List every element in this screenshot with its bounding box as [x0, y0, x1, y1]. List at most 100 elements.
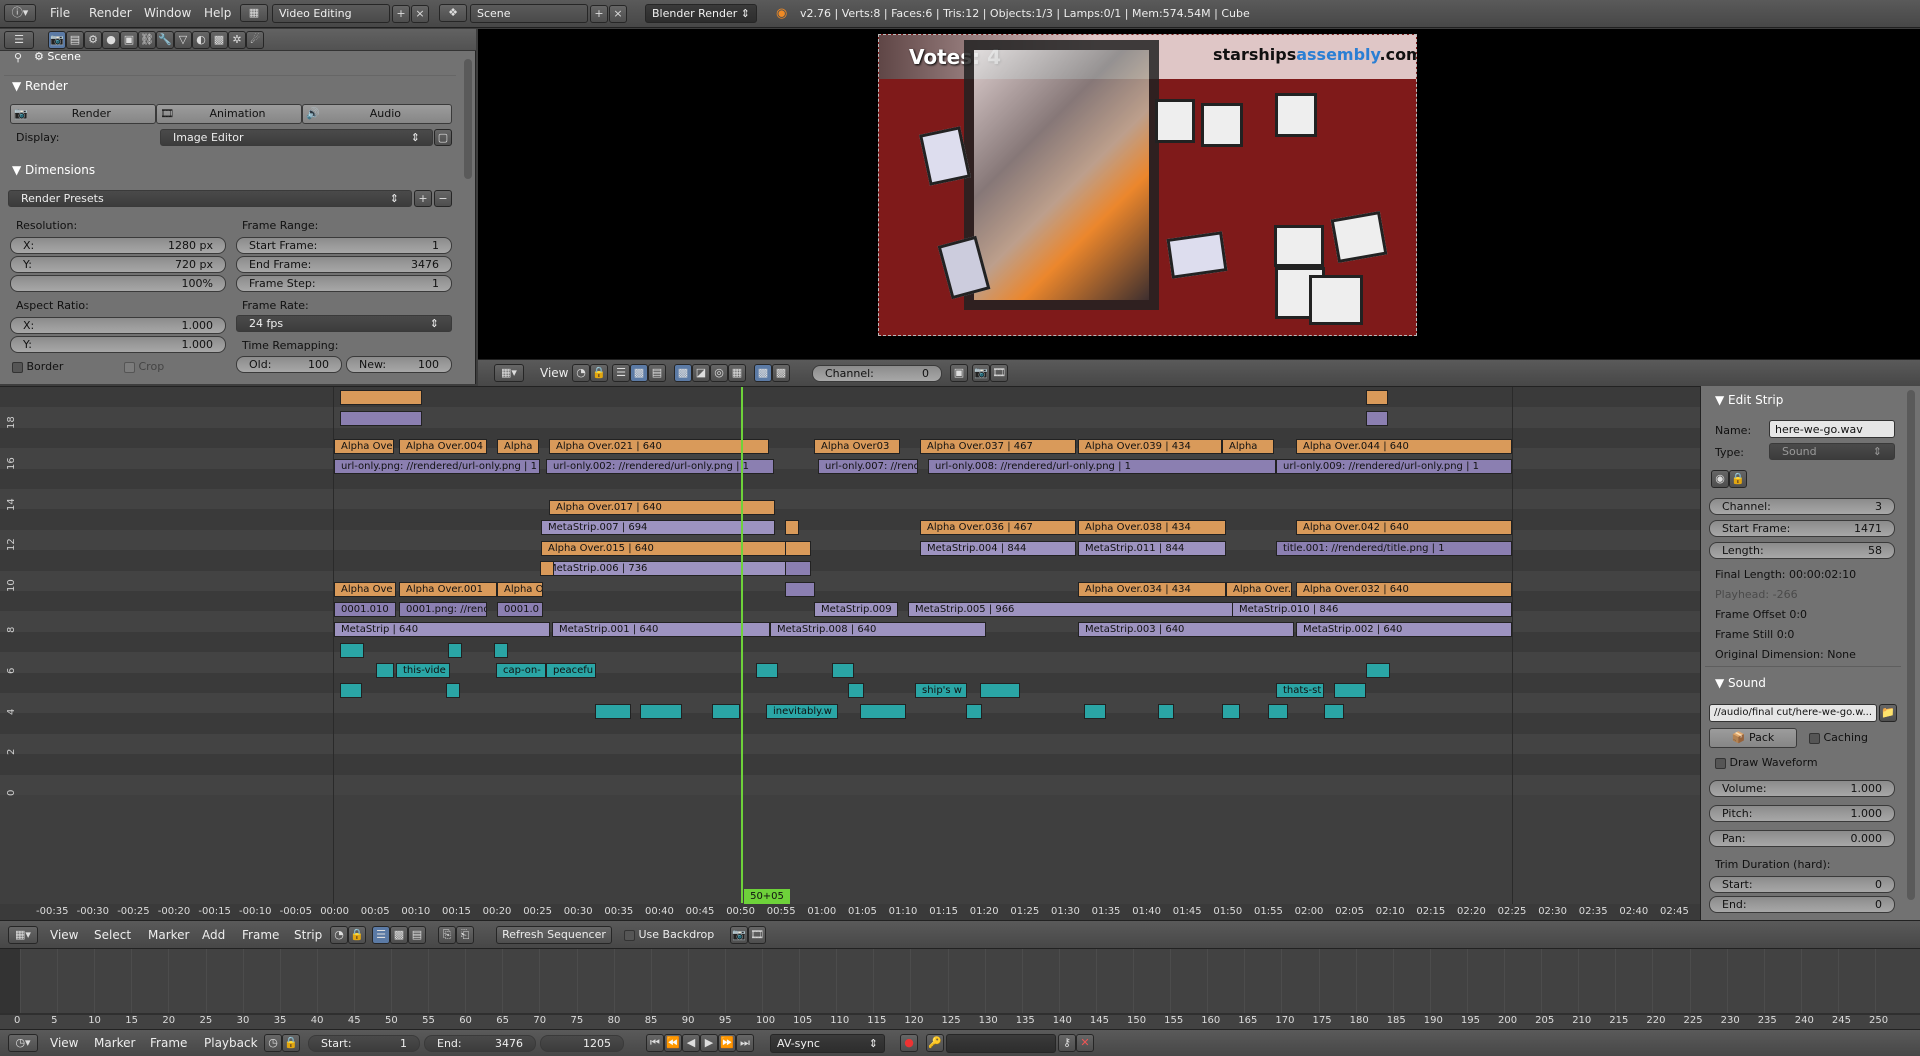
play-reverse-icon[interactable]: ◀: [682, 1034, 700, 1052]
editor-type-icon[interactable]: ▦▾: [494, 364, 524, 382]
sequencer-mode-icon[interactable]: ☰: [612, 364, 630, 382]
color-icon[interactable]: ▩: [754, 364, 772, 382]
sequencer-view-icon[interactable]: ☰: [372, 926, 390, 944]
sequencer-strip[interactable]: [785, 541, 811, 556]
object-tab-icon[interactable]: ▣: [120, 31, 138, 49]
seq-menu-select[interactable]: Select: [94, 928, 131, 942]
sequencer-strip[interactable]: Alpha Over.004: [399, 439, 487, 454]
sequencer-strip[interactable]: [756, 663, 778, 678]
sequencer-strip[interactable]: [595, 704, 631, 719]
render-animation-icon[interactable]: 🎞: [748, 926, 766, 944]
sequencer-strip[interactable]: Alpha Over.036 | 467: [920, 520, 1076, 535]
delete-keyframe-icon[interactable]: ✕: [1076, 1034, 1094, 1052]
border-checkbox[interactable]: Border: [12, 360, 63, 373]
sequencer-strip[interactable]: MetaStrip.004 | 844: [920, 541, 1076, 556]
sequencer-strip[interactable]: 0001.0: [497, 602, 543, 617]
seq-menu-marker[interactable]: Marker: [148, 928, 189, 942]
timeline-start-field[interactable]: Start: 1: [308, 1035, 420, 1052]
playhead-line[interactable]: [741, 387, 743, 903]
sequencer-strip[interactable]: Alpha O: [497, 582, 543, 597]
particles-tab-icon[interactable]: ✲: [228, 31, 246, 49]
record-icon[interactable]: ●: [900, 1034, 918, 1052]
histogram-icon[interactable]: ▦: [728, 364, 746, 382]
render-button[interactable]: 📷 Render: [10, 104, 156, 124]
next-keyframe-icon[interactable]: ⏩: [718, 1034, 736, 1052]
sequencer-strip[interactable]: Alpha Ove: [334, 439, 394, 454]
sequencer-strip[interactable]: [340, 683, 362, 698]
render-presets-select[interactable]: Render Presets ⇕: [8, 190, 412, 207]
menu-help[interactable]: Help: [204, 6, 231, 20]
preview-view-menu[interactable]: View: [540, 366, 568, 380]
keying-set-icon[interactable]: 🔑: [926, 1034, 944, 1052]
sequencer-strip[interactable]: Alpha Over03: [814, 439, 900, 454]
properties-editor-icon[interactable]: ☰: [4, 31, 34, 49]
modifier-tab-icon[interactable]: 🔧: [156, 31, 174, 49]
tl-menu-view[interactable]: View: [50, 1036, 78, 1050]
jump-end-icon[interactable]: ⏭: [736, 1034, 754, 1052]
sequencer-strip[interactable]: [1366, 411, 1388, 426]
strip-name-input[interactable]: here-we-go.wav: [1769, 420, 1895, 438]
sequencer-strip[interactable]: [640, 704, 682, 719]
sequencer-strip[interactable]: this-vide: [396, 663, 450, 678]
sequencer-strip[interactable]: [1268, 704, 1288, 719]
sequencer-strip[interactable]: [1222, 704, 1240, 719]
sequencer-strip[interactable]: [340, 411, 422, 426]
sequencer-strip[interactable]: MetaStrip.001 | 640: [552, 622, 770, 637]
remove-preset-icon[interactable]: −: [434, 190, 452, 207]
menu-file[interactable]: File: [50, 6, 70, 20]
file-browse-icon[interactable]: 📁: [1879, 704, 1897, 722]
sequencer-strip[interactable]: url-only.png: //rendered/url-only.png | …: [334, 459, 540, 474]
frame-step-field[interactable]: Frame Step: 1: [236, 275, 452, 292]
preview-range-icon[interactable]: ◷: [264, 1034, 282, 1052]
sequencer-strip[interactable]: MetaStrip.010 | 846: [1232, 602, 1512, 617]
seq-menu-add[interactable]: Add: [202, 928, 225, 942]
sequencer-strip[interactable]: MetaStrip.011 | 844: [1078, 541, 1226, 556]
tl-menu-frame[interactable]: Frame: [150, 1036, 187, 1050]
seq-menu-strip[interactable]: Strip: [294, 928, 322, 942]
tl-menu-marker[interactable]: Marker: [94, 1036, 135, 1050]
sequencer-strip[interactable]: [980, 683, 1020, 698]
sequencer-strip[interactable]: MetaStrip.002 | 640: [1296, 622, 1512, 637]
frame-rate-select[interactable]: 24 fps ⇕: [236, 315, 452, 332]
properties-scrollbar[interactable]: [464, 59, 472, 179]
sequencer-strip[interactable]: 0001.png: //rend: [399, 602, 487, 617]
sequencer-strip[interactable]: [446, 683, 460, 698]
lock-range-icon[interactable]: 🔒: [282, 1034, 300, 1052]
screen-layout-select[interactable]: Video Editing: [272, 4, 390, 23]
sequencer-strip[interactable]: title.001: //rendered/title.png | 1: [1276, 541, 1512, 556]
overlay-icon[interactable]: ◔: [330, 926, 348, 944]
strip-start-frame-field[interactable]: Start Frame: 1471: [1709, 520, 1895, 537]
crop-checkbox[interactable]: Crop: [124, 360, 164, 373]
sequencer-strip[interactable]: [340, 643, 364, 658]
sequencer-strip[interactable]: inevitably.w: [766, 704, 838, 719]
sequencer-strip[interactable]: Alpha Over.001: [399, 582, 497, 597]
sequencer-strip[interactable]: thats-st: [1276, 683, 1324, 698]
vectorscope-icon[interactable]: ◎: [710, 364, 728, 382]
sequencer-strip[interactable]: url-only.009: //rendered/url-only.png | …: [1276, 459, 1512, 474]
display-image-icon[interactable]: ▩: [674, 364, 692, 382]
refresh-sequencer-button[interactable]: Refresh Sequencer: [496, 926, 612, 944]
sequencer-strip[interactable]: [785, 520, 799, 535]
sequencer-strip[interactable]: [1158, 704, 1174, 719]
render-preview-icon[interactable]: 📷: [972, 364, 990, 382]
sequencer-strip[interactable]: 0001.010: [334, 602, 396, 617]
sequencer-editor-icon[interactable]: ▦▾: [8, 926, 38, 944]
edit-strip-header[interactable]: ▼ Edit Strip: [1715, 393, 1783, 407]
tl-menu-playback[interactable]: Playback: [204, 1036, 258, 1050]
keying-set-select[interactable]: [946, 1034, 1056, 1053]
add-preset-icon[interactable]: +: [414, 190, 432, 207]
luma-waveform-icon[interactable]: ◪: [692, 364, 710, 382]
sequencer-strip[interactable]: url-only.007: //rend: [818, 459, 918, 474]
channel-field[interactable]: Channel: 0: [812, 365, 942, 382]
sequencer-strip[interactable]: [860, 704, 906, 719]
sequencer-strip[interactable]: MetaStrip | 640: [334, 622, 550, 637]
sequencer-strip[interactable]: Alpha Over.015 | 640: [541, 541, 789, 556]
aspect-x-field[interactable]: X: 1.000: [10, 317, 226, 334]
sequencer-strip[interactable]: Alpha Over.: [1226, 582, 1292, 597]
volume-field[interactable]: Volume: 1.000: [1709, 780, 1895, 797]
sound-path-input[interactable]: //audio/final cut/here-we-go.w...: [1709, 704, 1877, 722]
sequencer-strip[interactable]: [1334, 683, 1366, 698]
draw-waveform-checkbox[interactable]: Draw Waveform: [1715, 756, 1818, 769]
dimensions-panel-header[interactable]: ▼ Dimensions: [12, 163, 95, 177]
safe-margin-icon[interactable]: ▣: [950, 364, 968, 382]
